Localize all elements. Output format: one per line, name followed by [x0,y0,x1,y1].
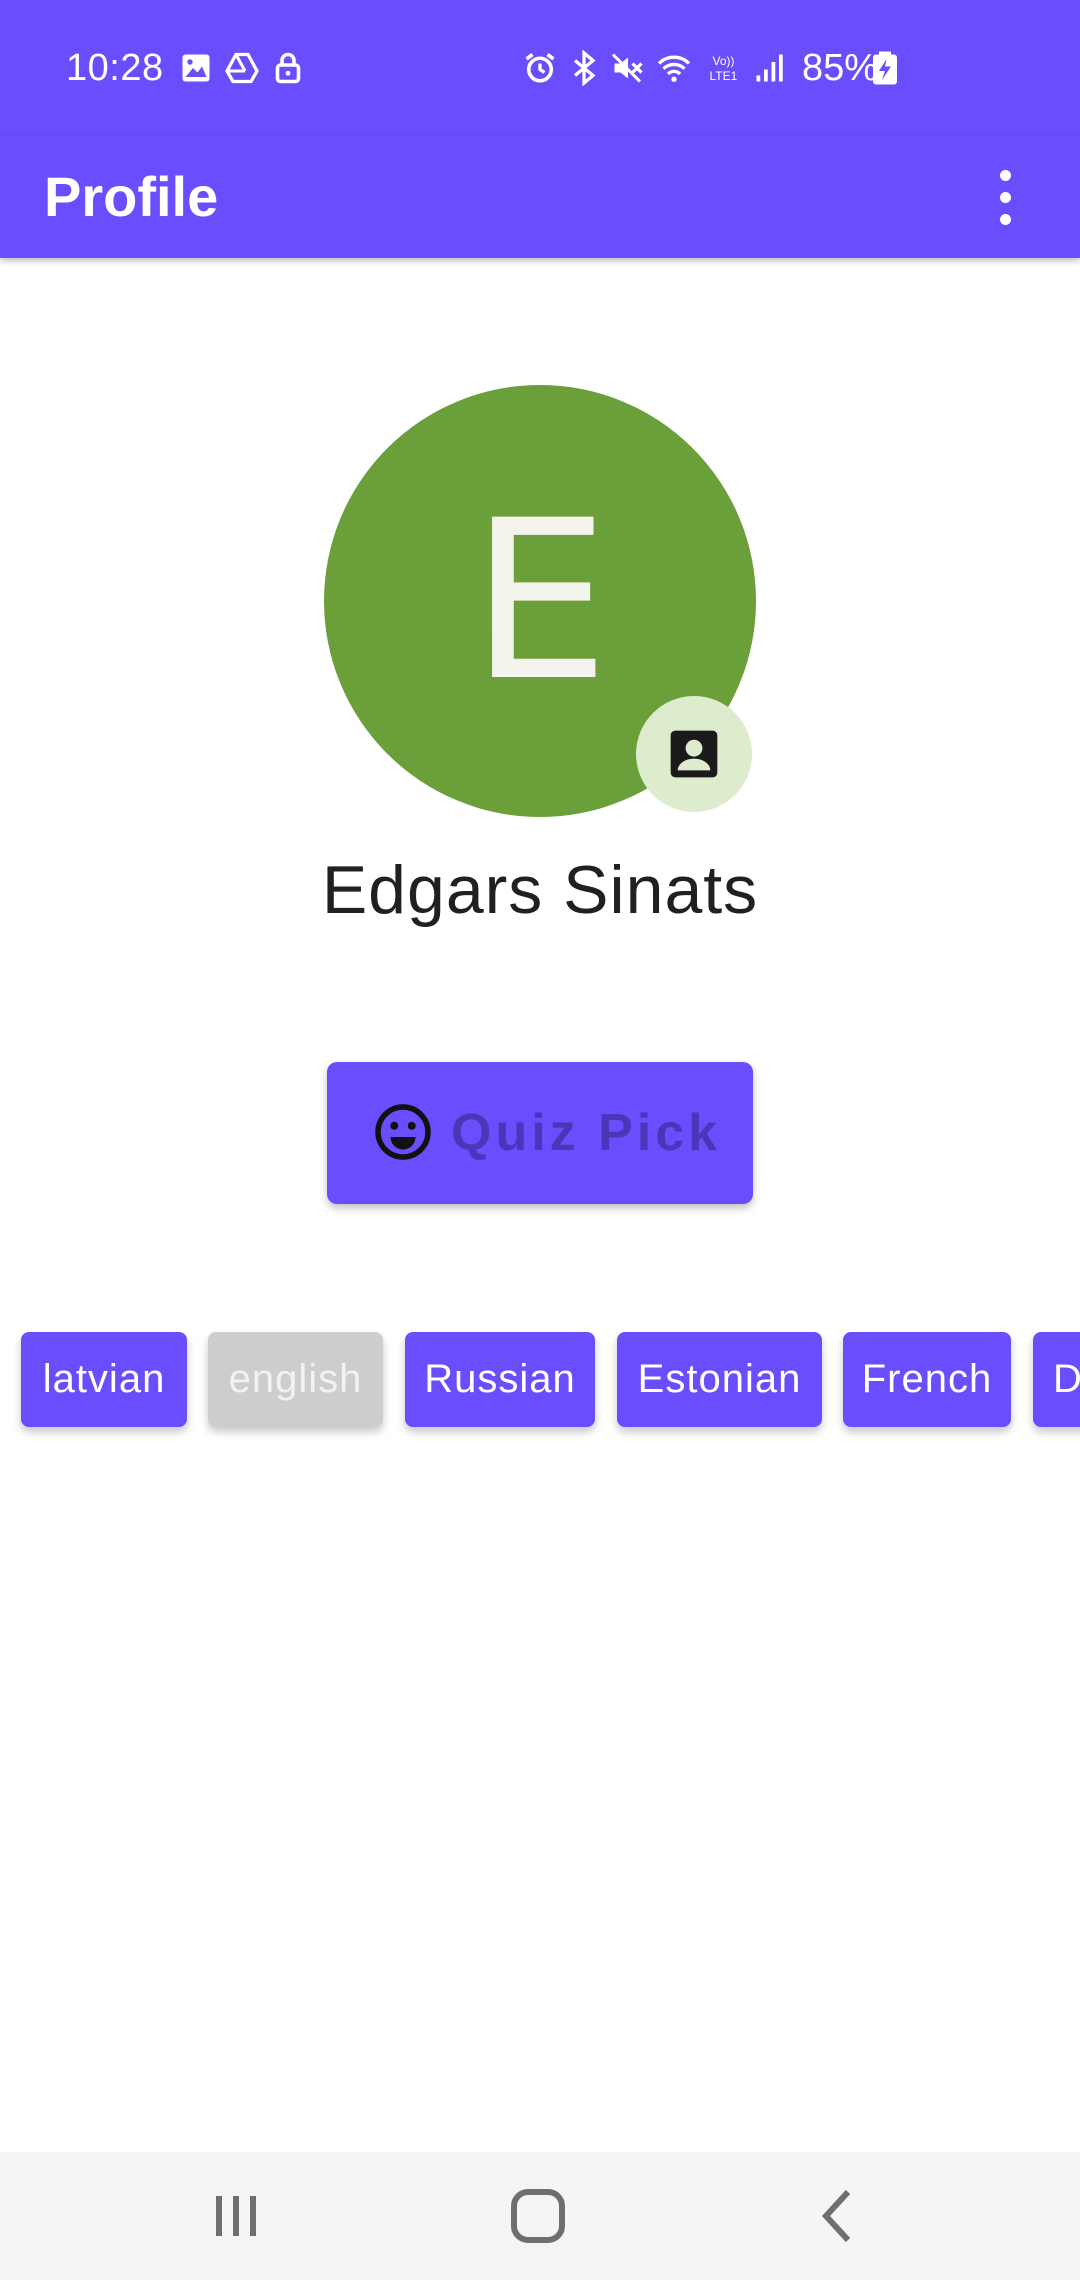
smiley-icon [375,1104,431,1160]
bluetooth-icon [573,50,596,86]
volte-icon: Vo)) LTE1 [710,54,738,83]
home-icon[interactable] [498,2176,578,2256]
chip-english[interactable]: english [208,1332,383,1427]
language-chips: latvian english Russian Estonian French … [0,1332,1080,1462]
lock-icon [275,52,301,84]
chip-french[interactable]: French [843,1332,1011,1427]
chip-partial[interactable]: D [1033,1332,1080,1427]
contact-card-icon [670,730,718,778]
battery-icon [873,51,897,85]
quiz-pick-label: Quiz Pick [451,1104,722,1162]
back-icon[interactable] [800,2176,880,2256]
profile-screen: 10:28 Vo)) LTE1 85% Profile E Edgars Sin… [0,0,1080,2280]
chip-latvian[interactable]: latvian [21,1332,187,1427]
drive-icon [225,52,259,84]
status-time: 10:28 [66,47,164,89]
mute-icon [611,53,643,83]
wifi-icon [657,55,691,82]
more-vert-icon[interactable] [976,160,1036,236]
change-photo-button[interactable] [636,696,752,812]
status-bar: 10:28 Vo)) LTE1 85% [0,0,1080,136]
system-nav-bar [0,2152,1080,2280]
app-bar: Profile [0,136,1080,258]
page-title: Profile [44,165,219,228]
chip-estonian[interactable]: Estonian [617,1332,822,1427]
image-icon [182,54,210,82]
battery-percent: 85% [802,47,879,89]
alarm-icon [525,53,555,83]
user-name: Edgars Sinats [321,852,759,928]
chip-russian[interactable]: Russian [405,1332,595,1427]
svg-text:Vo)): Vo)) [713,54,735,68]
svg-text:LTE1: LTE1 [710,69,738,83]
quiz-pick-button[interactable]: Quiz Pick [327,1062,753,1204]
recents-icon[interactable] [196,2176,276,2256]
signal-icon [756,54,783,82]
